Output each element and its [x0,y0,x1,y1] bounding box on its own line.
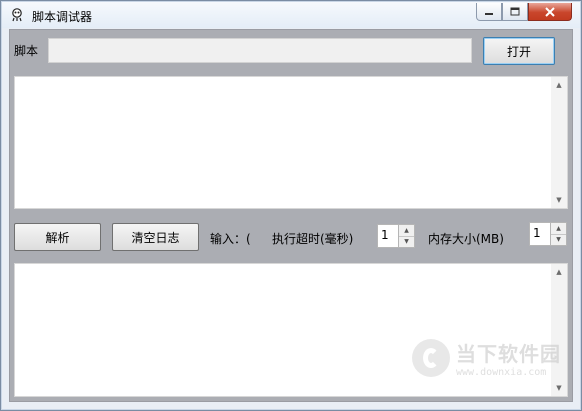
watermark-url: www.downxia.com [456,367,547,378]
open-button[interactable]: 打开 [483,37,555,65]
watermark-name: 当下软件园 [456,342,561,366]
minimize-icon [485,12,493,15]
parse-button[interactable]: 解析 [14,223,101,251]
scroll-up-icon[interactable]: ▲ [551,264,567,280]
watermark-logo-icon [412,339,450,377]
maximize-button[interactable] [502,3,528,21]
memory-spin-buttons[interactable]: ▲ ▼ [551,222,567,246]
window-controls [476,3,572,23]
timeout-label: 执行超时(毫秒) [272,232,354,246]
minimize-button[interactable] [476,3,502,21]
scroll-down-icon[interactable]: ▼ [551,380,567,396]
main-window: 脚本调试器 脚本 打开 ▲ ▼ 解析 清空日志 输入：( 执行超时(毫秒) 1 … [0,0,582,411]
client-area: 脚本 打开 ▲ ▼ 解析 清空日志 输入：( 执行超时(毫秒) 1 ▲ ▼ 内存… [9,29,573,402]
script-path-field[interactable] [48,38,472,63]
memory-value[interactable]: 1 [529,222,551,246]
clear-log-button[interactable]: 清空日志 [112,223,199,251]
memory-label: 内存大小(MB) [428,232,504,246]
scroll-down-icon[interactable]: ▼ [551,192,567,208]
title-bar[interactable]: 脚本调试器 [2,2,580,28]
scroll-up-icon[interactable]: ▲ [551,77,567,93]
memory-spinner[interactable]: 1 ▲ ▼ [529,222,569,246]
app-icon [12,8,22,22]
script-editor[interactable]: ▲ ▼ [14,76,568,209]
close-icon [545,6,555,17]
timeout-spinner[interactable]: 1 ▲ ▼ [377,224,417,248]
timeout-value[interactable]: 1 [377,224,399,248]
window-title: 脚本调试器 [32,10,93,24]
editor-scrollbar[interactable]: ▲ ▼ [551,77,567,208]
spin-down-icon[interactable]: ▼ [399,236,414,247]
maximize-icon [510,7,520,16]
input-label: 输入：( [210,232,251,246]
spin-down-icon[interactable]: ▼ [551,234,566,245]
timeout-spin-buttons[interactable]: ▲ ▼ [399,224,415,248]
watermark: 当下软件园 www.downxia.com [412,338,561,378]
script-label: 脚本 [14,44,39,58]
close-button[interactable] [528,3,572,21]
log-output[interactable]: ▲ ▼ 当下软件园 www.downxia.com [14,263,568,397]
